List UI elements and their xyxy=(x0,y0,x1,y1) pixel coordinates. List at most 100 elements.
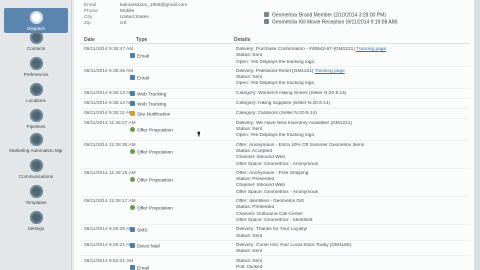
row-type-label: SMS xyxy=(137,228,148,234)
sidebar-item-label: Pipelines xyxy=(26,124,46,129)
detail-text: Channel: Inbound Web xyxy=(236,155,285,161)
list-icon xyxy=(264,19,269,25)
column-type[interactable]: Type xyxy=(136,37,147,43)
detail-text: Offer Space: Geometrixx - Anonymous xyxy=(236,189,319,195)
row-type: Offer Proposition xyxy=(130,205,200,212)
marketing-icon xyxy=(29,133,43,146)
row-details: Delivery: Purchase Confirmation - #48942… xyxy=(236,47,470,66)
phone-value: Mobile xyxy=(120,9,135,14)
row-type-label: Offer Proposition xyxy=(137,178,173,184)
row-type: SMS xyxy=(130,227,200,234)
table-row[interactable]: 08/11/2014 9:35:13 AM Web Tracking Categor… xyxy=(80,90,470,99)
detail-text: Offer Space: Geometrixx - Identified xyxy=(236,217,313,223)
row-details: Category: Women's Hiking Shoes (Seller N… xyxy=(236,91,470,97)
subscription-item[interactable]: Geometrixx Kill Movie Reception (9/11/20… xyxy=(264,19,398,26)
table-row[interactable]: 08/11/2014 11:38:27 AM Offer Proposition D… xyxy=(80,120,470,141)
detail-text: Status: Sent xyxy=(236,258,263,264)
table-row[interactable]: 08/11/2014 9:38:46 AM Email Delivery: Pass… xyxy=(80,68,470,89)
table-row[interactable]: 08/11/2014 9:35:11 AM Site Notification Ca… xyxy=(80,110,470,119)
row-details: Delivery: We Have New Inventory Availabl… xyxy=(236,121,470,140)
subscription-label: Geometrixx Kill Movie Reception (9/11/20… xyxy=(272,19,398,26)
sidebar-item-label: Templates xyxy=(25,200,47,205)
row-type: Direct Mail xyxy=(130,242,200,249)
row-details: Category: Outdoors (Seller N:20.9.14) xyxy=(236,111,470,117)
tracking-page-link[interactable]: Tracking page xyxy=(356,47,386,52)
offer-icon xyxy=(130,176,135,182)
row-type-label: Email xyxy=(137,76,149,82)
row-details: Category: Hiking Supplies (Seller N:20.9… xyxy=(236,101,470,107)
row-date: 08/11/2014 11:38:18 AM xyxy=(84,170,136,176)
main-panel: Email kalmarsaxon_1966@gmail.com Phone Mob… xyxy=(74,0,474,270)
sidebar-item-communications[interactable]: Communications xyxy=(4,159,68,179)
detail-line: Status: Sent xyxy=(236,234,470,240)
table-row[interactable]: 08/11/2014 11:38:17 AM Offer Proposition O… xyxy=(80,198,470,226)
sidebar-item-preferences[interactable]: Preferences xyxy=(4,57,68,77)
sidebar-item-label: Preferences xyxy=(23,72,49,77)
notification-icon xyxy=(130,110,135,116)
web-icon xyxy=(130,100,135,106)
subscription-label: Geometrixx Brand Member (2/10/2014 3:28:… xyxy=(272,12,386,19)
detail-line: Offer Space: Geometrixx - Anonymous xyxy=(236,190,470,196)
detail-line: Status: Sent xyxy=(236,249,470,255)
row-type-label: Web Tracking xyxy=(137,92,167,98)
subscription-item[interactable]: Geometrixx Brand Member (2/10/2014 3:28:… xyxy=(264,12,398,19)
table-row[interactable]: 08/11/2014 11:38:35 AM Offer Proposition O… xyxy=(80,142,470,169)
sidebar-item-label: Contacts xyxy=(26,46,46,51)
email-icon xyxy=(130,264,135,270)
row-date: 08/11/2014 8:52:01 AM xyxy=(84,258,134,264)
tracking-page-link[interactable]: Tracking page xyxy=(315,69,345,74)
detail-text: Delivery: Password Reset [GM1221] xyxy=(236,68,314,74)
table-row[interactable]: 08/11/2014 9:38:47 AM Email Delivery: Purc… xyxy=(80,46,470,67)
offer-icon xyxy=(130,205,135,211)
detail-line: Category: Hiking Supplies (Seller N:20.9… xyxy=(236,101,470,107)
row-type: Offer Proposition xyxy=(130,148,200,156)
sidebar-item-templates[interactable]: Templates xyxy=(4,185,68,205)
detail-text: Open: Yes Displays the tracking logo xyxy=(236,59,315,65)
table-row[interactable]: 08/11/2014 8:52:01 AM Email Status: Sent Po… xyxy=(80,258,470,270)
zip-label: Zip xyxy=(84,21,91,26)
row-type: Web Tracking xyxy=(130,100,200,108)
detail-text: Category: Women's Hiking Shoes (Seller N… xyxy=(236,90,347,96)
sidebar-item-settings[interactable]: Settings xyxy=(4,211,68,231)
detail-text: Offer: Anonymous - Free Shipping xyxy=(236,170,309,176)
detail-text: Channel: Outbound Call Center xyxy=(236,211,303,217)
sidebar-item-marketing[interactable]: Marketing Automation Mgr xyxy=(4,133,68,153)
table-row[interactable]: 08/11/2014 9:26:28 AM SMS Delivery: Thanks… xyxy=(80,226,470,241)
detail-line: Category: Women's Hiking Shoes (Seller N… xyxy=(236,91,470,97)
detail-text: Offer Space: Geometrixx - Anonymous xyxy=(236,161,319,167)
row-type-label: Offer Proposition xyxy=(137,128,173,134)
detail-text: Delivery: Purchase Confirmation - #48942… xyxy=(236,47,355,52)
row-date: 08/11/2014 11:38:17 AM xyxy=(84,199,136,205)
detail-line: Category: Outdoors (Seller N:20.9.14) xyxy=(236,111,470,117)
detail-text: Status: Presented xyxy=(236,205,275,211)
sidebar-item-dispatch[interactable]: Dispatch xyxy=(4,8,68,33)
column-date[interactable]: Date xyxy=(84,37,95,43)
detail-text: Status: Accepted xyxy=(236,148,272,154)
detail-line: Open: Yes Displays the tracking logo xyxy=(236,60,470,66)
pipeline-icon xyxy=(29,109,43,122)
detail-line: Open: Yes Displays the tracking logo xyxy=(236,81,470,87)
email-value: kalmarsaxon_1966@gmail.com xyxy=(120,3,188,8)
table-row[interactable]: 08/11/2014 11:38:18 AM Offer Proposition O… xyxy=(80,170,470,198)
sidebar-item-locations[interactable]: Locations xyxy=(4,83,68,103)
row-type: Email xyxy=(130,264,200,270)
row-details: Delivery: Thanks for Your Loyalty! Status… xyxy=(236,227,470,240)
communications-icon xyxy=(29,159,43,172)
offer-icon xyxy=(130,126,135,132)
templates-icon xyxy=(29,185,43,198)
sidebar-item-pipelines[interactable]: Pipelines xyxy=(4,109,68,129)
row-type-label: Web Tracking xyxy=(137,102,167,108)
row-details: Delivery: Come Into Your Local Store Tod… xyxy=(236,243,470,256)
web-icon xyxy=(130,90,135,96)
mail-icon xyxy=(130,242,135,248)
table-row[interactable]: 08/11/2014 9:35:12 AM Web Tracking Categor… xyxy=(80,100,470,109)
row-type-label: Offer Proposition xyxy=(137,150,173,156)
sidebar-item-contacts[interactable]: Contacts xyxy=(4,31,68,51)
detail-text: Status: Sent xyxy=(236,249,263,255)
row-type: Email xyxy=(130,74,200,82)
table-row[interactable]: 08/11/2014 9:26:21 AM Direct Mail Delivery… xyxy=(80,242,470,257)
sidebar-item-label: Settings xyxy=(27,226,45,231)
detail-text: Delivery: We Have New Inventory Availabl… xyxy=(236,120,352,126)
column-details[interactable]: Details xyxy=(234,37,250,43)
preferences-icon xyxy=(29,57,43,70)
